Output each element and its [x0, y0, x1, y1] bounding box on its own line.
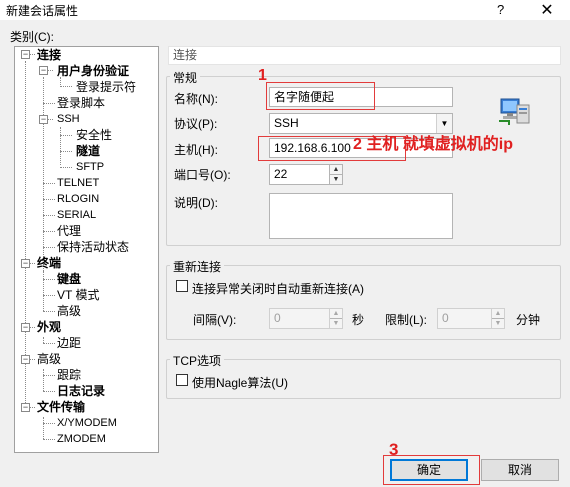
interval-unit: 秒 — [352, 313, 365, 327]
cancel-button[interactable]: 取消 — [481, 459, 559, 481]
tree-item-login-script[interactable]: 登录脚本 — [57, 96, 105, 110]
spin-up-icon[interactable]: ▲ — [330, 309, 342, 319]
limit-spinner[interactable]: ▲ ▼ — [491, 308, 505, 329]
tree-item-trace[interactable]: 跟踪 — [57, 368, 81, 382]
spin-down-icon[interactable]: ▼ — [330, 175, 342, 185]
tree-item-sftp[interactable]: SFTP — [76, 160, 104, 174]
tree-item-serial[interactable]: SERIAL — [57, 208, 96, 222]
tree-item-connection[interactable]: 连接 — [37, 48, 61, 62]
tree-item-zmodem[interactable]: ZMODEM — [57, 432, 106, 446]
annotation-number-1: 1 — [258, 67, 267, 84]
nagle-label[interactable]: 使用Nagle算法(U) — [192, 374, 288, 391]
limit-unit: 分钟 — [516, 313, 541, 327]
limit-label: 限制(L): — [385, 313, 428, 327]
help-button[interactable]: ? — [497, 2, 504, 17]
close-button[interactable]: ✕ — [537, 0, 557, 20]
general-group-title: 常规 — [170, 69, 201, 86]
tree-item-advanced[interactable]: 高级 — [37, 352, 61, 366]
port-spinner[interactable]: ▲ ▼ — [329, 164, 343, 185]
tree-item-security[interactable]: 安全性 — [76, 128, 112, 142]
spin-down-icon[interactable]: ▼ — [492, 319, 504, 329]
interval-field[interactable]: 0 — [269, 308, 330, 329]
interval-label: 间隔(V): — [193, 313, 237, 327]
tree-item-terminal-advanced[interactable]: 高级 — [57, 304, 81, 318]
collapse-icon[interactable]: − — [21, 50, 30, 59]
collapse-icon[interactable]: − — [21, 323, 30, 332]
tree-item-file-transfer[interactable]: 文件传输 — [37, 400, 85, 414]
spin-up-icon[interactable]: ▲ — [492, 309, 504, 319]
tree-item-proxy[interactable]: 代理 — [57, 224, 81, 238]
tree-item-telnet[interactable]: TELNET — [57, 176, 99, 190]
tree-item-keyboard[interactable]: 键盘 — [57, 272, 81, 286]
reconnect-group-title: 重新连接 — [170, 258, 225, 275]
tree-item-ssh[interactable]: SSH — [57, 112, 80, 126]
tree-item-vt-mode[interactable]: VT 模式 — [57, 288, 99, 302]
panel-header: 连接 — [168, 46, 561, 65]
tree-item-appearance[interactable]: 外观 — [37, 320, 61, 334]
tree-item-margins[interactable]: 边距 — [57, 336, 81, 350]
collapse-icon[interactable]: − — [21, 355, 30, 364]
title-bar: 新建会话属性 ? ✕ — [0, 0, 570, 20]
tree-item-auth[interactable]: 用户身份验证 — [57, 64, 129, 78]
collapse-icon[interactable]: − — [21, 403, 30, 412]
tree-item-logging[interactable]: 日志记录 — [57, 384, 105, 398]
spin-up-icon[interactable]: ▲ — [330, 165, 342, 175]
window-title: 新建会话属性 — [6, 4, 79, 18]
interval-spinner[interactable]: ▲ ▼ — [329, 308, 343, 329]
computer-icon — [499, 98, 530, 125]
spin-down-icon[interactable]: ▼ — [330, 319, 342, 329]
collapse-icon[interactable]: − — [39, 66, 48, 75]
auto-reconnect-checkbox[interactable] — [176, 280, 188, 292]
auto-reconnect-label[interactable]: 连接异常关闭时自动重新连接(A) — [192, 280, 364, 297]
name-label: 名称(N): — [174, 92, 218, 106]
annotation-host-note: 2 主机 就填虚拟机的ip — [353, 136, 514, 153]
category-label: 类别(C): — [10, 30, 54, 44]
limit-field[interactable]: 0 — [437, 308, 492, 329]
protocol-value: SSH — [274, 116, 299, 130]
description-field[interactable] — [269, 193, 453, 239]
tree-item-rlogin[interactable]: RLOGIN — [57, 192, 99, 206]
collapse-icon[interactable]: − — [21, 259, 30, 268]
tcp-group-title: TCP选项 — [170, 352, 225, 369]
tree-item-terminal[interactable]: 终端 — [37, 256, 61, 270]
annotation-number-3: 3 — [389, 440, 399, 459]
tree-item-login-prompt[interactable]: 登录提示符 — [76, 80, 136, 94]
host-label: 主机(H): — [174, 143, 218, 157]
category-tree[interactable]: − − − − − − − 连接 用户身份验证 登录提示符 登录脚本 SSH 安… — [14, 46, 159, 453]
collapse-icon[interactable]: − — [39, 115, 48, 124]
description-label: 说明(D): — [174, 196, 218, 210]
tree-item-keepalive[interactable]: 保持活动状态 — [57, 240, 129, 254]
nagle-checkbox[interactable] — [176, 374, 188, 386]
protocol-label: 协议(P): — [174, 117, 218, 131]
port-label: 端口号(O): — [174, 168, 231, 182]
tree-item-tunnel[interactable]: 隧道 — [76, 144, 100, 158]
tree-item-xymodem[interactable]: X/YMODEM — [57, 416, 117, 430]
annotation-box-name — [266, 82, 375, 110]
port-field[interactable]: 22 — [269, 164, 330, 185]
